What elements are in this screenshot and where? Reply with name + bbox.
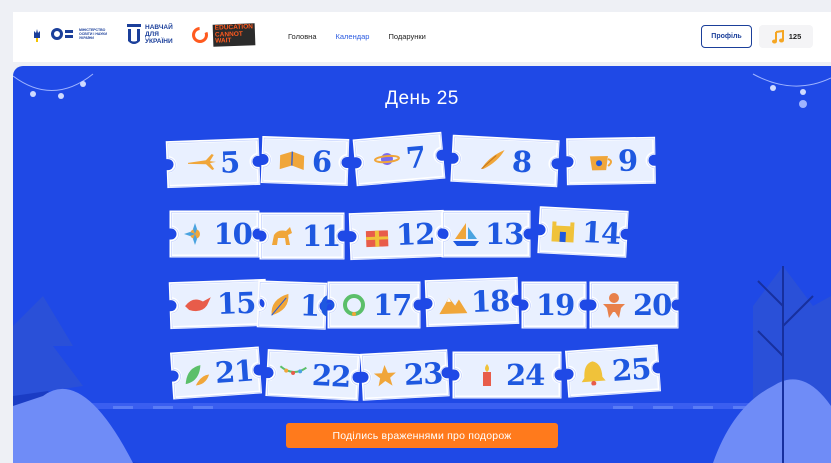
quill-icon <box>481 149 505 170</box>
day-ticket-13[interactable]: 13 <box>440 209 532 259</box>
ministry-mark-icon <box>51 28 73 40</box>
calendar-panel: День 25 5 6 7 8 9 10 11 12 13 14 15 16 17 18 19 20 21 22 2… <box>13 66 831 463</box>
ecw-line-3: WAIT <box>215 37 232 45</box>
garland-icon <box>279 365 307 375</box>
day-ticket-11[interactable]: 11 <box>258 211 346 261</box>
horse-icon <box>272 227 292 245</box>
airplane-icon <box>187 154 216 171</box>
day-number: 19 <box>536 288 575 322</box>
day-ticket-22[interactable]: 22 <box>264 348 362 403</box>
day-number: 22 <box>311 357 352 394</box>
candle-icon <box>483 364 491 386</box>
day-number: 7 <box>404 139 427 176</box>
day-ticket-9[interactable]: 9 <box>565 135 658 187</box>
day-number: 5 <box>219 145 240 180</box>
day-number: 8 <box>511 144 533 180</box>
main-nav: Головна Календар Подарунки <box>288 32 426 41</box>
gingerbread-icon <box>603 293 625 318</box>
day-number: 13 <box>485 217 524 251</box>
nav-gifts-link[interactable]: Подарунки <box>388 32 425 41</box>
sailboat-icon <box>453 223 479 246</box>
coins-value: 125 <box>788 32 802 41</box>
share-impressions-button[interactable]: Поділись враженнями про подорож <box>286 423 558 448</box>
day-ticket-7[interactable]: 7 <box>351 130 447 188</box>
ukraine-trident-icon <box>34 29 40 42</box>
day-ticket-19[interactable]: 19 <box>520 280 588 330</box>
day-number: 23 <box>403 356 444 393</box>
day-number: 18 <box>470 283 510 320</box>
day-ticket-21[interactable]: 21 <box>168 345 263 401</box>
day-ticket-6[interactable]: 6 <box>259 134 351 187</box>
nav-home-link[interactable]: Головна <box>288 32 317 41</box>
day-number: 15 <box>216 285 256 322</box>
day-number: 24 <box>506 358 545 392</box>
day-number: 6 <box>311 144 332 179</box>
day-ticket-12[interactable]: 12 <box>347 208 447 261</box>
dove-icon <box>185 297 211 312</box>
mountains-icon <box>439 297 468 315</box>
day-ticket-23[interactable]: 23 <box>359 348 451 403</box>
wreath-icon <box>343 294 365 316</box>
ministry-logo[interactable]: МІНІСТЕРСТВО ОСВІТИ І НАУКИ УКРАЇНИ <box>51 28 115 40</box>
day-number: 14 <box>581 214 622 251</box>
stars-icon <box>373 365 396 387</box>
flower-ornament-icon <box>183 223 200 245</box>
book-icon <box>279 151 305 170</box>
day-ticket-15[interactable]: 15 <box>167 277 269 330</box>
day-ticket-18[interactable]: 18 <box>423 275 521 328</box>
navchai-mark-icon <box>127 24 141 44</box>
bell-icon <box>581 361 606 386</box>
day-ticket-17[interactable]: 17 <box>326 280 422 330</box>
day-number: 10 <box>213 217 253 251</box>
profile-button[interactable]: Профіль <box>701 25 752 48</box>
ecw-logo[interactable]: EDUCATION CANNOT WAIT <box>191 23 256 47</box>
music-note-icon <box>771 29 784 43</box>
gift-icon <box>365 230 389 248</box>
day-number: 11 <box>302 219 341 253</box>
coins-counter[interactable]: 125 <box>759 25 813 48</box>
navchai-line-3: УКРАЇНИ <box>145 37 173 45</box>
ecw-ring-icon <box>192 26 208 43</box>
day-number: 21 <box>213 353 255 391</box>
navchai-line-2: ДЛЯ <box>145 30 159 38</box>
day-ticket-14[interactable]: 14 <box>536 205 630 260</box>
castle-icon <box>551 221 575 243</box>
day-ticket-20[interactable]: 20 <box>588 280 680 330</box>
day-ticket-25[interactable]: 25 <box>563 343 662 400</box>
navchai-line-1: НАВЧАЙ <box>145 23 173 31</box>
day-ticket-24[interactable]: 24 <box>451 350 563 400</box>
day-ticket-10[interactable]: 10 <box>168 209 261 259</box>
top-header: МІНІСТЕРСТВО ОСВІТИ І НАУКИ УКРАЇНИ НАВЧ… <box>13 12 831 62</box>
calendar-grid: 5 6 7 8 9 10 11 12 13 14 15 16 17 18 19 20 21 22 23 24 25 <box>13 66 831 463</box>
leaves-icon <box>185 365 210 386</box>
day-number: 9 <box>617 143 638 178</box>
leaf-icon <box>271 293 289 316</box>
planet-icon <box>374 153 400 166</box>
day-ticket-5[interactable]: 5 <box>164 136 262 189</box>
day-ticket-16[interactable]: 16 <box>255 279 339 331</box>
day-number: 12 <box>395 216 435 253</box>
day-number: 17 <box>373 288 412 322</box>
navchai-logo[interactable]: НАВЧАЙ ДЛЯ УКРАЇНИ <box>126 23 173 45</box>
day-number: 25 <box>610 351 652 389</box>
ministry-logo-text: МІНІСТЕРСТВО ОСВІТИ І НАУКИ УКРАЇНИ <box>79 28 108 40</box>
day-number: 20 <box>633 288 672 322</box>
nav-calendar-link[interactable]: Календар <box>336 32 370 41</box>
day-ticket-8[interactable]: 8 <box>449 133 561 189</box>
teapot-icon <box>589 156 612 171</box>
